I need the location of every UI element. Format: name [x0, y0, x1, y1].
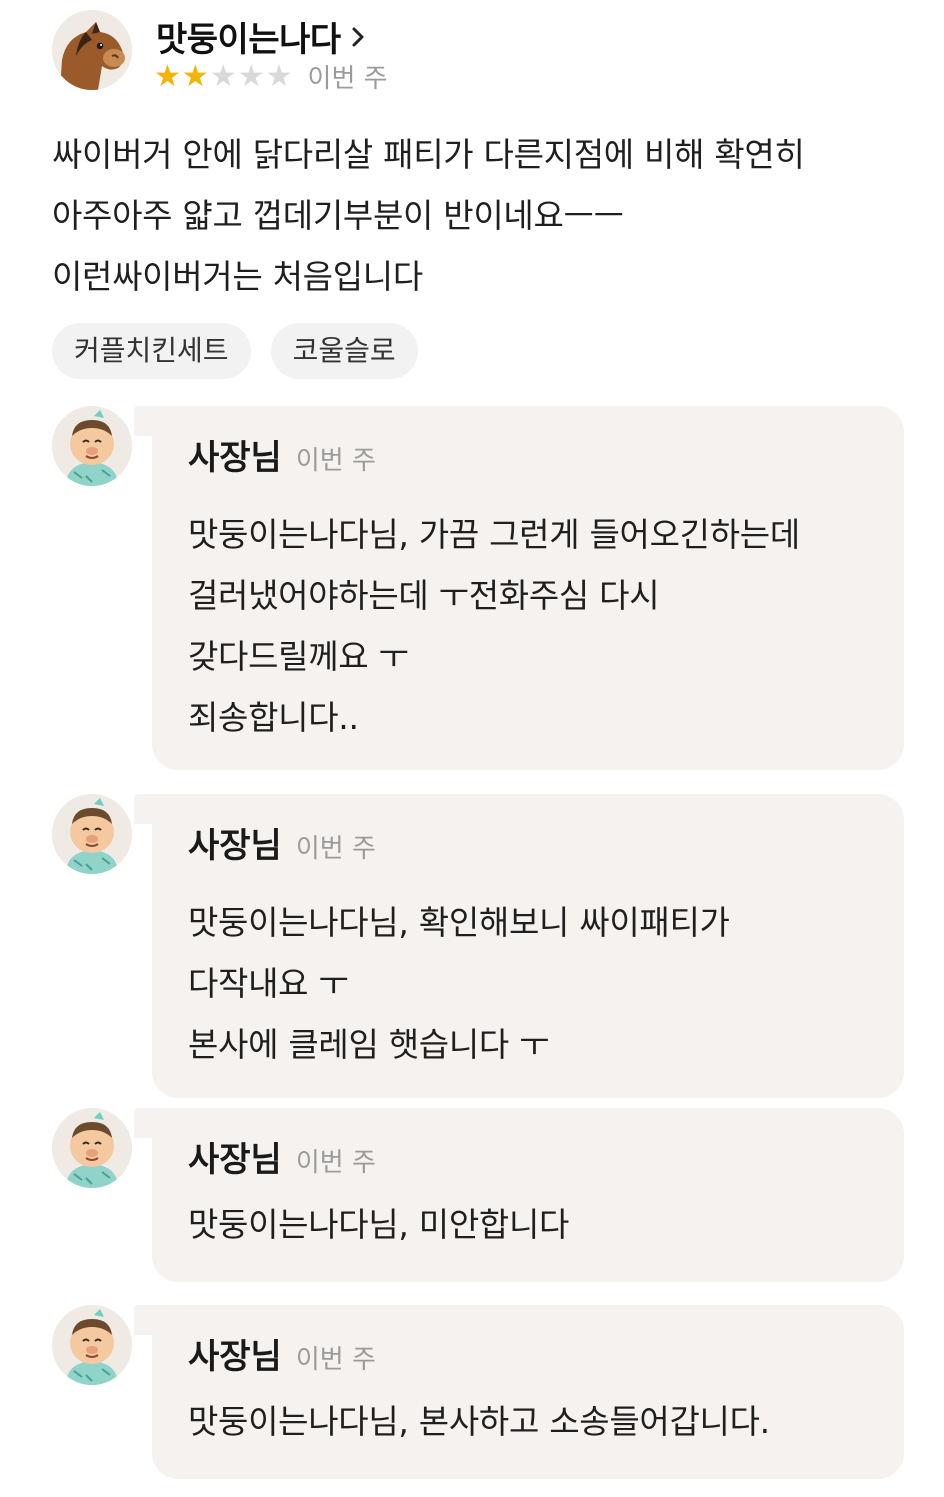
review-line: 이런싸이버거는 처음입니다 [52, 257, 423, 296]
star-icon: ★ [181, 58, 209, 94]
reply-bubble: 사장님 이번 주 맛둥이는나다님, 확인해보니 싸이패티가 다작내요 ㅜ 본사에… [134, 794, 904, 1098]
star-rating: ★★★★★ [154, 58, 294, 94]
reply-line: 맛둥이는나다님, 확인해보니 싸이패티가 [188, 903, 730, 942]
reply-bubble: 사장님 이번 주 맛둥이는나다님, 본사하고 소송들어갑니다. [134, 1305, 904, 1479]
reply-date: 이번 주 [295, 834, 376, 864]
reply-line: 죄송합니다.. [188, 698, 359, 737]
owner-character-avatar-icon [52, 1305, 132, 1385]
review-line: 아주아주 얇고 껍데기부분이 반이네요ㅡㅡ [52, 196, 624, 235]
reply-line: 다작내요 ㅜ [188, 964, 349, 1003]
review-text: 싸이버거 안에 닭다리살 패티가 다른지점에 비해 확연히 아주아주 얇고 껍데… [52, 124, 912, 307]
nickname-link[interactable]: 맛둥이는나다 [156, 12, 365, 61]
reply-date: 이번 주 [295, 446, 376, 476]
reply-date: 이번 주 [295, 1148, 376, 1178]
reply-line: 본사에 클레임 햇습니다 ㅜ [188, 1025, 550, 1064]
review-screen: 맛둥이는나다 ★★★★★ 이번 주 싸이버거 안에 닭다리살 패티가 다른지점에… [0, 0, 944, 1497]
reply-line: 맛둥이는나다님, 본사하고 소송들어갑니다. [188, 1402, 770, 1441]
owner-character-avatar-icon [52, 1108, 132, 1188]
review-date: 이번 주 [307, 64, 388, 94]
reply-line: 맛둥이는나다님, 가끔 그런게 들어오긴하는데 [188, 515, 800, 554]
reply-line: 걸러냈어야하는데 ㅜ전화주심 다시 [188, 576, 660, 615]
reply-text: 맛둥이는나다님, 가끔 그런게 들어오긴하는데 걸러냈어야하는데 ㅜ전화주심 다… [188, 504, 868, 748]
menu-tag[interactable]: 커플치킨세트 [52, 323, 251, 379]
reply-text: 맛둥이는나다님, 본사하고 소송들어갑니다. [188, 1391, 868, 1452]
owner-name: 사장님 [188, 1337, 282, 1377]
rating-row: ★★★★★ 이번 주 [154, 58, 388, 95]
star-icon: ★ [209, 58, 237, 94]
reply-text: 맛둥이는나다님, 확인해보니 싸이패티가 다작내요 ㅜ 본사에 클레임 햇습니다… [188, 892, 868, 1075]
menu-tag[interactable]: 코울슬로 [270, 323, 418, 379]
owner-character-avatar-icon [52, 406, 132, 486]
horse-avatar-icon[interactable] [52, 10, 132, 90]
star-icon: ★ [154, 58, 181, 94]
owner-name: 사장님 [188, 826, 282, 866]
star-icon: ★ [265, 58, 293, 94]
reply-line: 맛둥이는나다님, 미안합니다 [188, 1205, 570, 1244]
reply-bubble: 사장님 이번 주 맛둥이는나다님, 미안합니다 [134, 1108, 904, 1282]
chevron-right-icon [351, 26, 365, 48]
review-header: 맛둥이는나다 ★★★★★ 이번 주 [52, 10, 912, 95]
reviewer-nickname: 맛둥이는나다 [156, 20, 341, 60]
owner-character-avatar-icon [52, 794, 132, 874]
reply-line: 갖다드릴께요 ㅜ [188, 637, 409, 676]
star-icon: ★ [237, 58, 265, 94]
review-line: 싸이버거 안에 닭다리살 패티가 다른지점에 비해 확연히 [52, 135, 805, 174]
reply-date: 이번 주 [295, 1345, 376, 1375]
reply-bubble: 사장님 이번 주 맛둥이는나다님, 가끔 그런게 들어오긴하는데 걸러냈어야하는… [134, 406, 904, 770]
owner-name: 사장님 [188, 1140, 282, 1180]
owner-name: 사장님 [188, 438, 282, 478]
reply-text: 맛둥이는나다님, 미안합니다 [188, 1194, 868, 1255]
menu-tags: 커플치킨세트 코울슬로 [52, 323, 438, 379]
